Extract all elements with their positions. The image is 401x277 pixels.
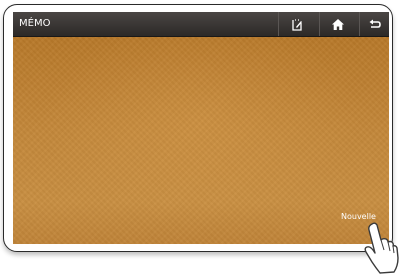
title-bar: MÉMO bbox=[13, 12, 389, 37]
memo-area[interactable] bbox=[13, 37, 389, 244]
memo-edit-icon bbox=[292, 18, 302, 31]
app-title: MÉMO bbox=[19, 18, 51, 29]
pointing-hand-icon bbox=[364, 222, 399, 274]
home-button[interactable] bbox=[319, 12, 356, 36]
back-arrow-icon bbox=[369, 19, 381, 28]
back-button[interactable] bbox=[359, 12, 389, 36]
app-screen: MÉMO Nouvelle bbox=[13, 12, 389, 244]
home-icon bbox=[332, 18, 344, 30]
new-memo-button[interactable]: Nouvelle bbox=[341, 212, 376, 221]
memo-edit-button[interactable] bbox=[278, 12, 315, 36]
